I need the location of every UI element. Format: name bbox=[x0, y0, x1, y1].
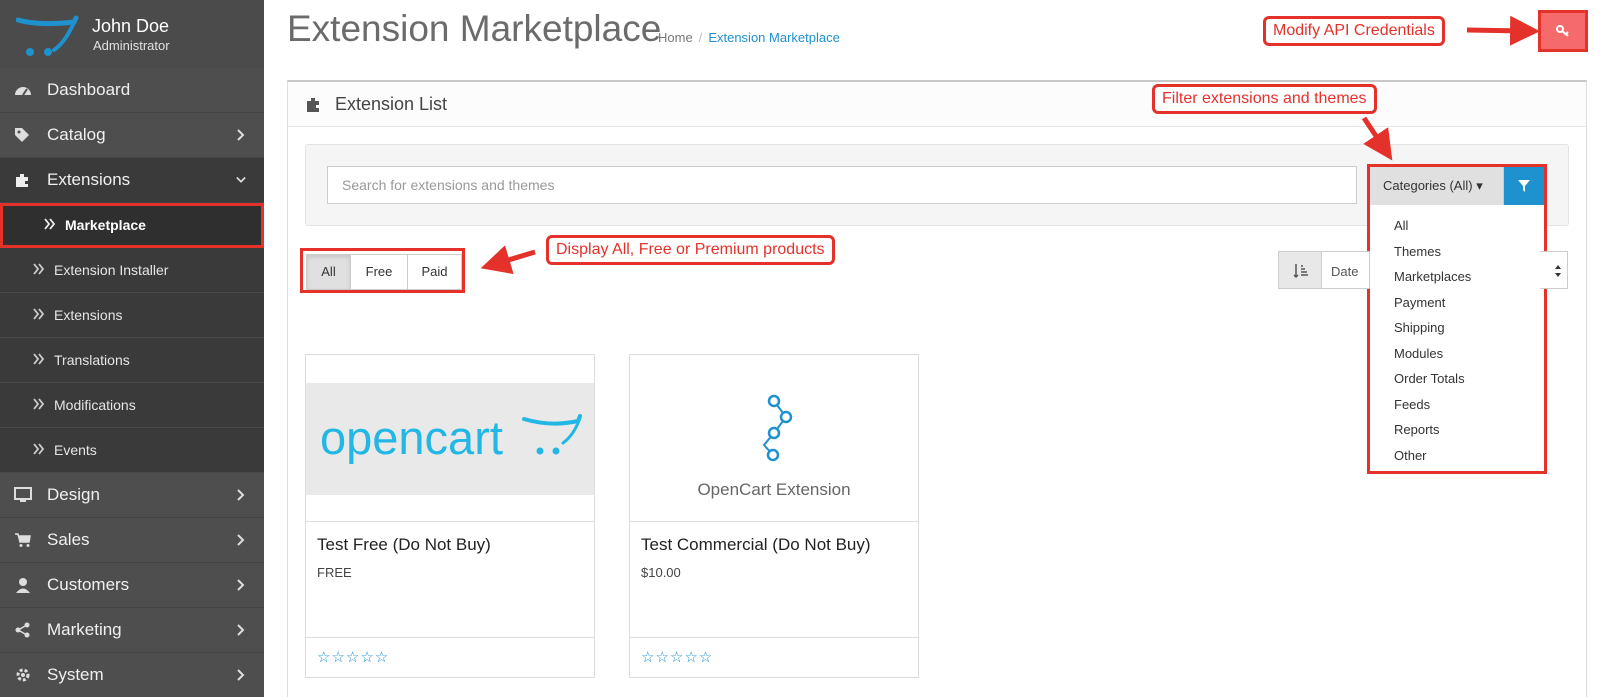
arrow-to-api-button bbox=[1466, 15, 1540, 46]
annotation-arrows bbox=[480, 15, 1540, 275]
arrow-to-categories bbox=[1361, 116, 1393, 161]
arrow-to-price-filter bbox=[480, 245, 536, 275]
